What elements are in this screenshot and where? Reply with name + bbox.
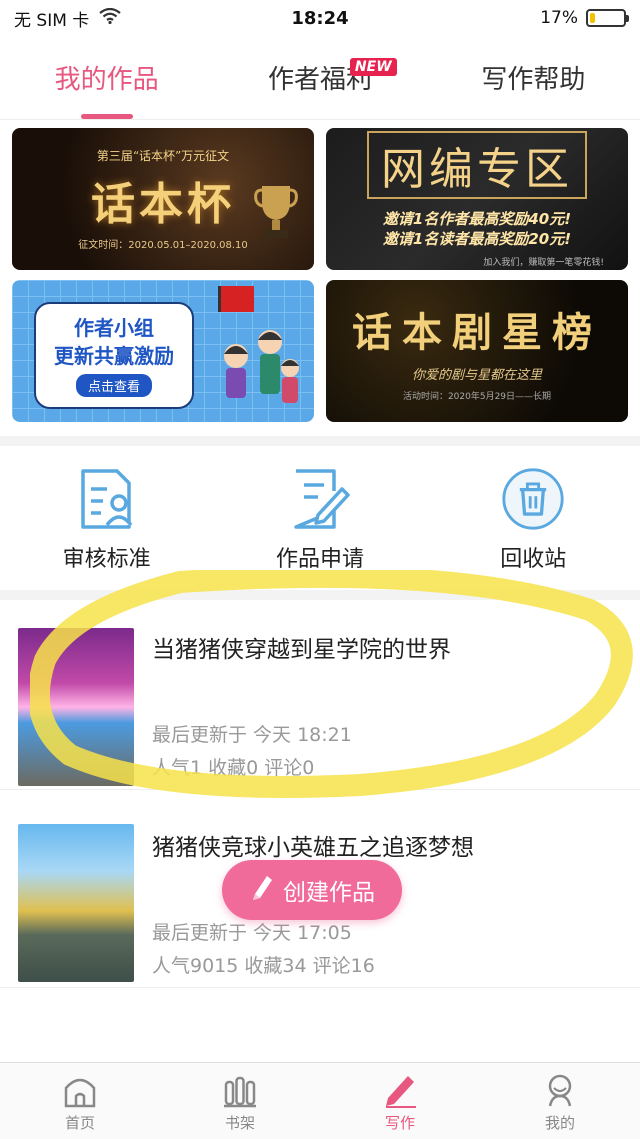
tab-label: 我的作品: [54, 65, 159, 95]
work-cover-image: [18, 628, 134, 786]
banner-huaben-cup[interactable]: 第三届“话本杯”万元征文 话本杯 征文时间：2020.05.01–2020.08…: [12, 128, 314, 270]
banner-subtitle: 第三届“话本杯”万元征文: [96, 149, 230, 163]
trophy-icon: [254, 186, 298, 238]
action-label: 审核标准: [62, 547, 151, 572]
battery-icon: [586, 9, 629, 27]
nav-home[interactable]: 首页: [0, 1063, 160, 1139]
characters-illustration: [224, 330, 299, 403]
battery-percent: 17%: [540, 8, 578, 28]
new-badge: NEW: [349, 58, 397, 76]
banner-speech-box: 作者小组 更新共赢激励 点击查看: [34, 302, 194, 409]
action-label: 作品申请: [275, 547, 364, 572]
nav-bookshelf[interactable]: 书架: [160, 1063, 320, 1139]
banner-drama-stars[interactable]: 话本剧星榜 你爱的剧与星都在这里 活动时间：2020年5月29日——长期: [326, 280, 628, 422]
tab-author-benefits[interactable]: 作者福利 NEW: [213, 36, 426, 119]
nav-label: 写作: [384, 1113, 415, 1132]
banner-subtitle: 你爱的剧与星都在这里: [411, 368, 542, 383]
trash-icon: [501, 467, 565, 531]
banner-title: 话本杯: [91, 179, 235, 230]
create-work-label: 创建作品: [283, 880, 375, 906]
bookshelf-icon: [220, 1070, 260, 1110]
work-title: 猪猪侠竞球小英雄五之追逐梦想: [152, 835, 474, 861]
quick-actions: 审核标准 作品申请 回收站: [0, 450, 640, 590]
profile-icon: [540, 1070, 580, 1110]
work-apply-icon: [288, 467, 352, 531]
flag-icon: [218, 286, 254, 312]
work-updated: 最后更新于 今天 17:05: [152, 922, 352, 944]
banner-title: 网编专区: [367, 130, 587, 199]
recycle-bin-button[interactable]: 回收站: [443, 450, 623, 590]
status-time: 18:24: [291, 7, 349, 29]
banner-editor-zone[interactable]: 网编专区 邀请1名作者最高奖励40元! 邀请1名读者最高奖励20元! 加入我们，…: [326, 128, 628, 270]
work-updated: 最后更新于 今天 18:21: [152, 724, 352, 746]
create-work-button[interactable]: 创建作品: [222, 860, 402, 920]
work-title: 当猪猪侠穿越到星学院的世界: [152, 637, 451, 663]
status-right: 17%: [426, 8, 629, 28]
nav-label: 我的: [544, 1113, 575, 1132]
banner-title: 话本剧星榜: [352, 309, 602, 356]
action-label: 回收站: [500, 547, 567, 572]
banner-line: 更新共赢激励: [54, 344, 174, 368]
tab-my-works[interactable]: 我的作品: [0, 36, 213, 119]
banner-line: 邀请1名读者最高奖励20元!: [382, 229, 572, 248]
list-item[interactable]: 当猪猪侠穿越到星学院的世界 最后更新于 今天 18:21 人气1 收藏0 评论0: [0, 600, 640, 790]
bottom-nav: 首页 书架 写作 我的: [0, 1062, 640, 1139]
status-bar: 无 SIM 卡 18:24 17%: [0, 0, 640, 36]
banner-footnote: 活动时间：2020年5月29日——长期: [402, 392, 552, 402]
work-cover-image: [18, 824, 134, 982]
banner-author-group[interactable]: 作者小组 更新共赢激励 点击查看: [12, 280, 314, 422]
home-icon: [60, 1070, 100, 1110]
battery-fill: [590, 13, 596, 23]
section-divider: [0, 590, 640, 600]
carrier-label: 无 SIM 卡: [14, 10, 90, 31]
banner-grid: 第三届“话本杯”万元征文 话本杯 征文时间：2020.05.01–2020.08…: [12, 128, 628, 422]
tab-label: 写作帮助: [481, 65, 586, 95]
top-tabs: 我的作品 作者福利 NEW 写作帮助: [0, 36, 640, 120]
pen-icon: [380, 1070, 420, 1110]
status-left: 无 SIM 卡: [14, 6, 214, 31]
banner-footnote: 加入我们，赚取第一笔零花钱!: [483, 257, 604, 268]
review-standard-button[interactable]: 审核标准: [17, 450, 197, 590]
work-stats: 人气9015 收藏34 评论16: [152, 955, 375, 977]
banner-line: 作者小组: [74, 316, 154, 340]
nav-mine[interactable]: 我的: [480, 1063, 640, 1139]
section-divider: [0, 436, 640, 446]
work-apply-button[interactable]: 作品申请: [230, 450, 410, 590]
banner-view-button[interactable]: 点击查看: [75, 374, 152, 397]
nav-write[interactable]: 写作: [320, 1063, 480, 1139]
nav-label: 首页: [64, 1113, 95, 1132]
banner-line: 邀请1名作者最高奖励40元!: [382, 209, 572, 228]
tab-writing-help[interactable]: 写作帮助: [427, 36, 640, 119]
work-stats: 人气1 收藏0 评论0: [152, 757, 315, 779]
review-standard-icon: [75, 467, 139, 531]
pen-icon: [249, 872, 275, 908]
wifi-icon: [99, 7, 121, 29]
banner-date: 征文时间：2020.05.01–2020.08.10: [78, 240, 248, 251]
nav-label: 书架: [224, 1113, 255, 1132]
